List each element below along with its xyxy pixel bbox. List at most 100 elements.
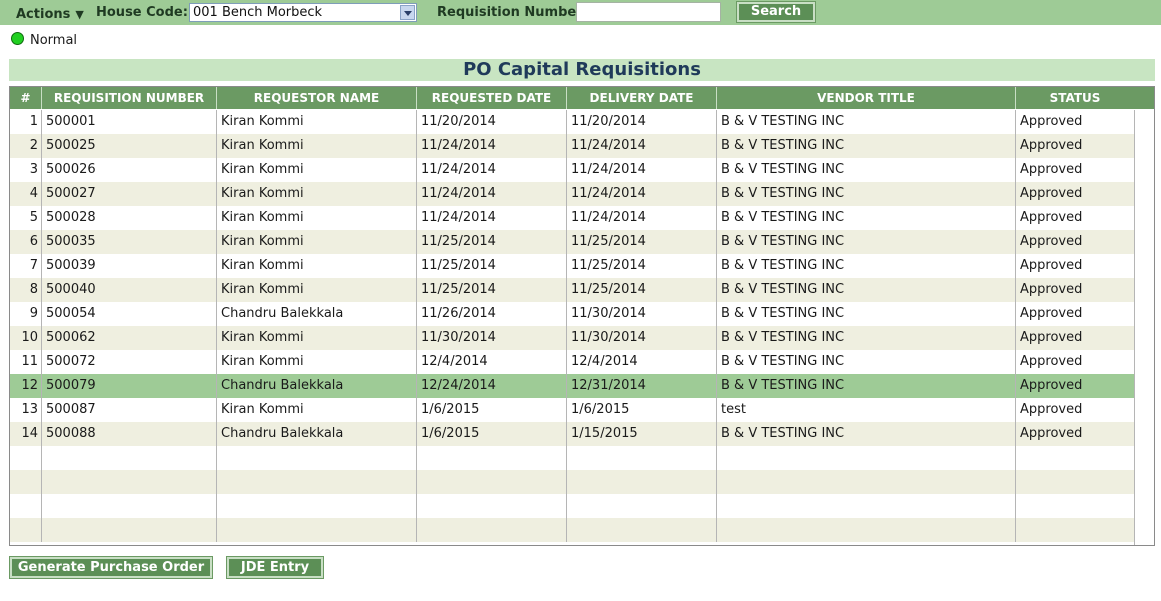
status-cell [1015,446,1134,470]
requestor-name-cell [216,470,416,494]
delivery-date-cell [566,494,716,518]
status-cell: Approved [1015,398,1134,422]
grid-header: # REQUISITION NUMBER REQUESTOR NAME REQU… [10,87,1154,109]
requestor-name-cell [216,446,416,470]
status-cell [1015,494,1134,518]
vendor-title-cell [716,518,1015,542]
requisition-number-cell: 500001 [41,110,216,134]
table-row[interactable]: 10 500062 Kiran Kommi 11/30/2014 11/30/2014 B… [10,326,1134,350]
requestor-name-cell: Kiran Kommi [216,278,416,302]
vendor-title-cell: B & V TESTING INC [716,278,1015,302]
requestor-name-cell: Kiran Kommi [216,158,416,182]
vendor-title-cell: B & V TESTING INC [716,134,1015,158]
row-number: 8 [29,282,38,297]
vendor-title-cell: B & V TESTING INC [716,182,1015,206]
empty-table-row [10,470,1134,494]
vendor-title-cell: test [716,398,1015,422]
delivery-date-cell: 11/25/2014 [566,254,716,278]
row-number: 7 [29,258,38,273]
requested-date-cell: 11/24/2014 [416,206,566,230]
status-cell: Approved [1015,254,1134,278]
table-row[interactable]: 6 500035 Kiran Kommi 11/25/2014 11/25/2014 B … [10,230,1134,254]
house-code-value[interactable]: 001 Bench Morbeck [193,5,322,20]
requestor-name-cell: Kiran Kommi [216,398,416,422]
status-cell: Approved [1015,134,1134,158]
requestor-name-cell: Kiran Kommi [216,230,416,254]
column-header-number[interactable]: # [10,87,41,109]
vendor-title-cell: B & V TESTING INC [716,158,1015,182]
row-number: 14 [21,426,38,441]
column-header-requested-date[interactable]: REQUESTED DATE [416,87,566,109]
table-row[interactable]: 4 500027 Kiran Kommi 11/24/2014 11/24/2014 B … [10,182,1134,206]
vendor-title-cell: B & V TESTING INC [716,230,1015,254]
delivery-date-cell: 11/24/2014 [566,182,716,206]
delivery-date-cell [566,518,716,542]
column-header-delivery-date[interactable]: DELIVERY DATE [566,87,716,109]
table-row[interactable]: 5 500028 Kiran Kommi 11/24/2014 11/24/2014 B … [10,206,1134,230]
requested-date-cell: 12/24/2014 [416,374,566,398]
status-cell: Approved [1015,374,1134,398]
actions-menu-label[interactable]: Actions [16,7,70,22]
actions-menu[interactable]: Actions ▼ [16,7,84,22]
vendor-title-cell: B & V TESTING INC [716,350,1015,374]
table-row[interactable]: 7 500039 Kiran Kommi 11/25/2014 11/25/2014 B … [10,254,1134,278]
requisition-number-cell: 500040 [41,278,216,302]
dropdown-arrow-icon[interactable] [400,5,415,20]
table-row[interactable]: 3 500026 Kiran Kommi 11/24/2014 11/24/2014 B … [10,158,1134,182]
delivery-date-cell: 12/4/2014 [566,350,716,374]
requested-date-cell: 11/24/2014 [416,134,566,158]
vendor-title-cell [716,446,1015,470]
requisition-number-cell: 500026 [41,158,216,182]
house-code-select[interactable]: 001 Bench Morbeck [189,3,417,22]
requested-date-cell: 11/24/2014 [416,158,566,182]
table-row[interactable]: 12 500079 Chandru Balekkala 12/24/2014 12/31… [10,374,1134,398]
requisition-number-cell: 500079 [41,374,216,398]
delivery-date-cell: 11/25/2014 [566,230,716,254]
table-row[interactable]: 11 500072 Kiran Kommi 12/4/2014 12/4/2014 B &… [10,350,1134,374]
status-cell: Approved [1015,158,1134,182]
requested-date-cell: 1/6/2015 [416,422,566,446]
vendor-title-cell: B & V TESTING INC [716,302,1015,326]
delivery-date-cell: 11/30/2014 [566,302,716,326]
column-header-requisition-number[interactable]: REQUISITION NUMBER [41,87,216,109]
table-row[interactable]: 13 500087 Kiran Kommi 1/6/2015 1/6/2015 test A… [10,398,1134,422]
table-row[interactable]: 9 500054 Chandru Balekkala 11/26/2014 11/30/… [10,302,1134,326]
requested-date-cell: 11/30/2014 [416,326,566,350]
column-header-status[interactable]: STATUS [1015,87,1134,109]
status-cell: Approved [1015,230,1134,254]
row-number: 2 [29,138,38,153]
vendor-title-cell [716,494,1015,518]
requested-date-cell [416,470,566,494]
requisition-number-cell: 500039 [41,254,216,278]
status-cell: Approved [1015,326,1134,350]
requestor-name-cell: Kiran Kommi [216,134,416,158]
row-number [10,470,41,494]
status-cell: Approved [1015,302,1134,326]
row-number: 5 [29,210,38,225]
column-header-requestor-name[interactable]: REQUESTOR NAME [216,87,416,109]
requisition-number-cell: 500087 [41,398,216,422]
requested-date-cell: 11/26/2014 [416,302,566,326]
jde-entry-button[interactable]: JDE Entry [227,557,323,578]
table-row[interactable]: 14 500088 Chandru Balekkala 1/6/2015 1/15/20… [10,422,1134,446]
status-text: Normal [30,33,78,48]
row-number: 3 [29,162,38,177]
row-number: 12 [21,378,38,393]
requestor-name-cell: Kiran Kommi [216,350,416,374]
column-header-vendor-title[interactable]: VENDOR TITLE [716,87,1015,109]
requisition-number-cell [41,446,216,470]
status-cell [1015,470,1134,494]
vendor-title-cell: B & V TESTING INC [716,422,1015,446]
generate-purchase-order-button[interactable]: Generate Purchase Order [10,557,212,578]
table-row[interactable]: 8 500040 Kiran Kommi 11/25/2014 11/25/2014 B … [10,278,1134,302]
requisition-number-label: Requisition Number: [437,5,588,20]
delivery-date-cell [566,446,716,470]
delivery-date-cell: 11/20/2014 [566,110,716,134]
empty-table-row [10,446,1134,470]
row-number: 4 [29,186,38,201]
caret-down-icon[interactable]: ▼ [75,8,83,21]
requisition-number-input[interactable] [576,2,721,22]
search-button[interactable]: Search [737,2,815,22]
table-row[interactable]: 1 500001 Kiran Kommi 11/20/2014 11/20/2014 B … [10,110,1134,134]
table-row[interactable]: 2 500025 Kiran Kommi 11/24/2014 11/24/2014 B … [10,134,1134,158]
